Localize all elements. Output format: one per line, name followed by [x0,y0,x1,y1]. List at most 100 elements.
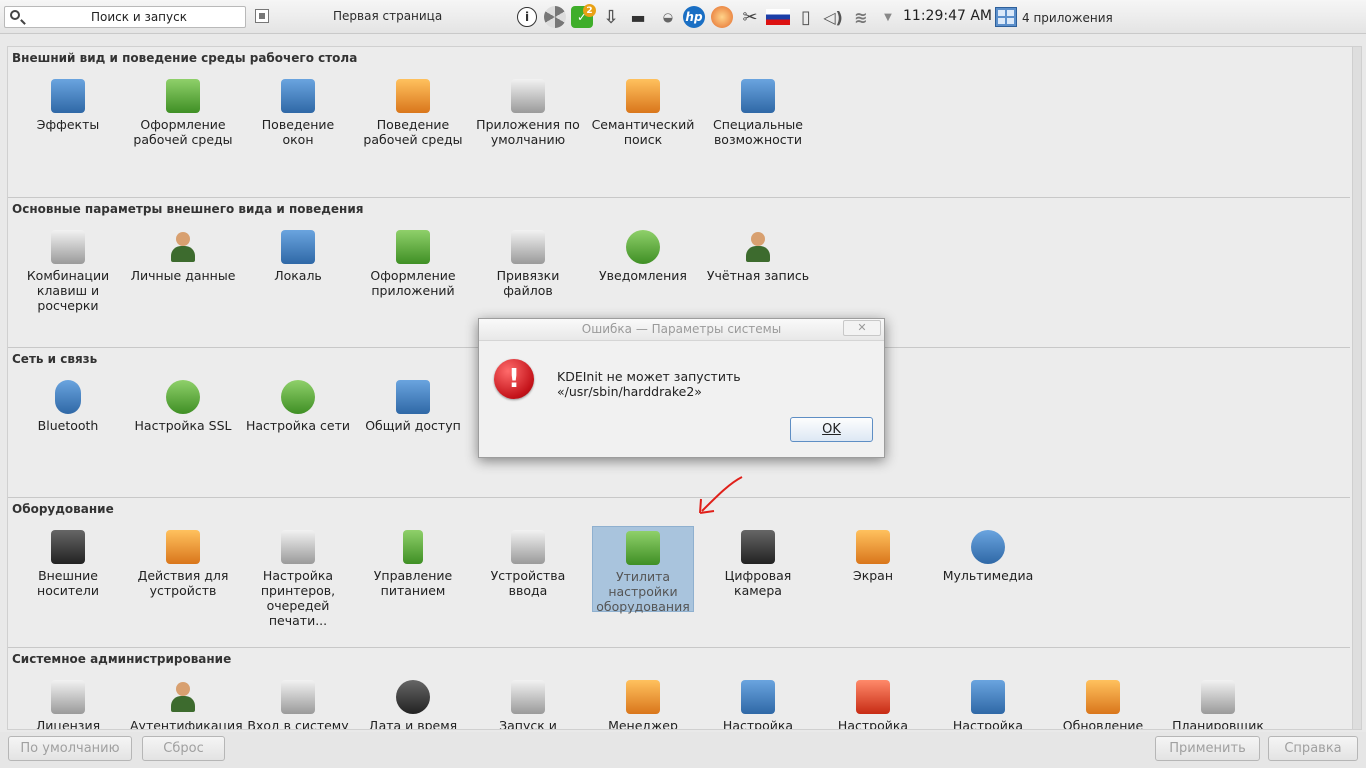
clock-icon [396,680,430,714]
ssl-icon [166,380,200,414]
item-power-management[interactable]: Управление питанием [360,530,466,598]
flag-ru-icon[interactable] [766,9,790,25]
clipboard-icon[interactable]: ▯ [795,6,817,28]
section-title: Сеть и связь [12,352,98,366]
chevron-down-icon[interactable]: ▼ [877,6,899,28]
config3-icon [971,680,1005,714]
pager-icon[interactable] [255,9,269,23]
item-locale[interactable]: Локаль [245,230,351,283]
workspace-behavior-icon [396,79,430,113]
effects-icon [51,79,85,113]
item-removable-media[interactable]: Внешние носители [15,530,121,598]
item-login[interactable]: Вход в систему [245,680,351,729]
item-config-2[interactable]: Настройка [820,680,926,729]
account-icon [741,230,775,264]
item-accessibility[interactable]: Специальные возможности [705,79,811,147]
wifi-icon[interactable]: ≋ [850,6,872,28]
clock[interactable]: 11:29:47 AM [903,8,992,24]
item-workspace-behavior[interactable]: Поведение рабочей среды [360,79,466,147]
item-config-3[interactable]: Настройка [935,680,1041,729]
item-hardware-tool[interactable]: Утилита настройки оборудования [592,526,694,614]
multimedia-icon [971,530,1005,564]
item-multimedia[interactable]: Мультимедиа [935,530,1041,583]
item-account[interactable]: Учётная запись [705,230,811,283]
item-digital-camera[interactable]: Цифровая камера [705,530,811,598]
reset-button[interactable]: Сброс [142,736,225,761]
item-system-update[interactable]: Обновление [1050,680,1156,729]
sharing-icon [396,380,430,414]
download-icon[interactable]: ⇩ [600,6,622,28]
workspace-theme-icon [166,79,200,113]
login-icon [281,680,315,714]
page-name[interactable]: Первая страница [333,9,442,23]
item-notifications[interactable]: Уведомления [590,230,696,283]
dialog-title: Ошибка — Параметры системы [479,319,884,341]
tray-misc-icon[interactable]: ◒ [657,6,679,28]
update-badge: 2 [583,4,596,17]
ok-button[interactable]: OK [790,417,873,442]
camera-icon [741,530,775,564]
section-title: Внешний вид и поведение среды рабочего с… [12,51,358,65]
item-file-associations[interactable]: Привязки файлов [475,230,581,298]
item-authentication[interactable]: Аутентификация [130,680,243,729]
item-ssl[interactable]: Настройка SSL [130,380,236,433]
locale-icon [281,230,315,264]
section-title: Основные параметры внешнего вида и повед… [12,202,364,216]
shortcuts-icon [51,230,85,264]
item-config-1[interactable]: Настройка [705,680,811,729]
device-actions-icon [166,530,200,564]
lightbulb-icon[interactable] [711,6,733,28]
item-effects[interactable]: Эффекты [15,79,121,132]
personal-info-icon [166,230,200,264]
item-window-behavior[interactable]: Поведение окон [245,79,351,147]
section-system-admin: Системное администрирование Лицензия Аут… [8,647,1350,729]
dialog-message: KDEInit не может запустить «/usr/sbin/ha… [557,369,741,399]
item-bluetooth[interactable]: Bluetooth [15,380,121,433]
task-manager-label[interactable]: 4 приложения [1022,11,1113,25]
removable-media-icon [51,530,85,564]
close-icon[interactable]: ✕ [843,320,881,336]
startup-icon [511,680,545,714]
item-input-devices[interactable]: Устройства ввода [475,530,581,598]
info-icon[interactable]: i [517,7,537,27]
hp-icon[interactable]: hp [683,6,705,28]
search-and-launch-button[interactable]: Поиск и запуск [4,6,246,28]
item-app-theme[interactable]: Оформление приложений [360,230,466,298]
display-icon [856,530,890,564]
item-package-manager[interactable]: Менеджер [590,680,696,729]
task-manager-icon[interactable] [995,7,1017,27]
bluetooth-icon [55,380,81,414]
item-semantic-search[interactable]: Семантический поиск [590,79,696,147]
item-scheduler[interactable]: Планировщик [1165,680,1271,729]
item-display[interactable]: Экран [820,530,926,583]
item-startup[interactable]: Запуск и [475,680,581,729]
top-panel: Поиск и запуск Первая страница i ✓ 2 ⇩ ▬… [0,0,1366,34]
item-personal-info[interactable]: Личные данные [130,230,236,283]
section-title: Оборудование [12,502,114,516]
aperture-icon[interactable] [544,6,566,28]
item-network[interactable]: Настройка сети [245,380,351,433]
scissors-icon[interactable]: ✂ [739,6,761,28]
section-title: Системное администрирование [12,652,232,666]
item-workspace-theme[interactable]: Оформление рабочей среды [130,79,236,147]
item-device-actions[interactable]: Действия для устройств [130,530,236,598]
config1-icon [741,680,775,714]
annotation-arrow [699,476,743,514]
tray-app-icon[interactable]: ▬ [627,6,649,28]
item-shortcuts[interactable]: Комбинации клавиш и росчерки [15,230,121,313]
network-icon [281,380,315,414]
scheduler-icon [1201,680,1235,714]
item-date-time[interactable]: Дата и время [360,680,466,729]
apply-button[interactable]: Применить [1155,736,1260,761]
defaults-button[interactable]: По умолчанию [8,736,132,761]
authentication-icon [166,680,200,714]
vertical-scrollbar[interactable] [1352,47,1361,729]
volume-icon[interactable]: ◁) [822,6,844,28]
printer-icon [281,530,315,564]
item-license[interactable]: Лицензия [15,680,121,729]
semantic-search-icon [626,79,660,113]
help-button[interactable]: Справка [1268,736,1358,761]
item-sharing[interactable]: Общий доступ [360,380,466,433]
item-printers[interactable]: Настройка принтеров, очередей печати... [245,530,351,628]
item-default-apps[interactable]: Приложения по умолчанию [475,79,581,147]
